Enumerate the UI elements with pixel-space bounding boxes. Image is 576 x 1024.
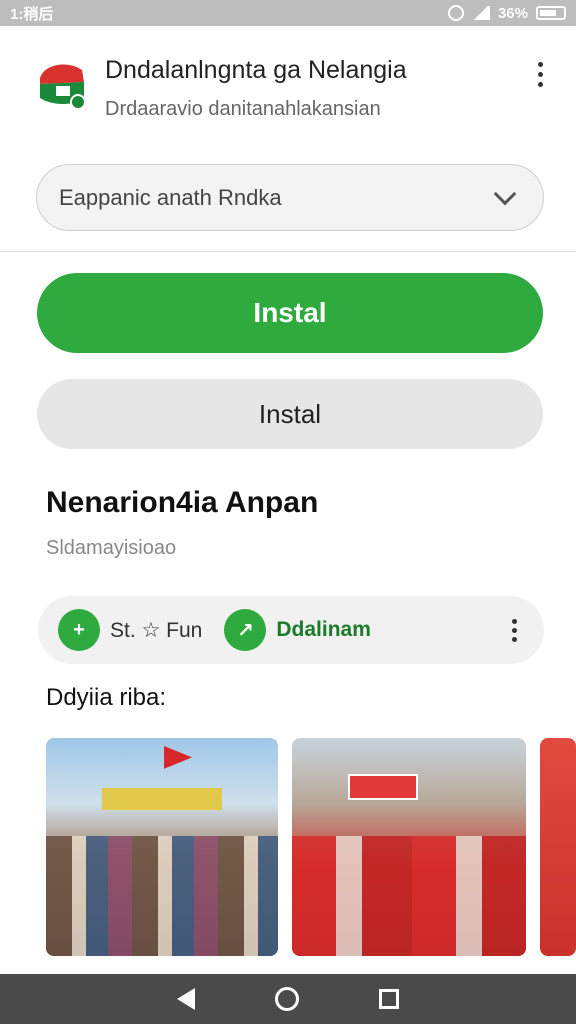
action-item-fun[interactable]: + St. ☆ Fun bbox=[58, 609, 202, 651]
app-header: Dndalanlngnta ga Nelangia Drdaaravio dan… bbox=[0, 26, 576, 146]
divider bbox=[0, 251, 576, 252]
app-subtitle: Drdaaravio danitanahlakansian bbox=[105, 98, 381, 120]
chevron-down-icon bbox=[493, 182, 517, 205]
battery-percent: 36% bbox=[497, 4, 528, 22]
install-secondary-button[interactable]: Instal bbox=[37, 379, 543, 449]
clock-icon bbox=[447, 5, 464, 21]
section-subtitle: Sldamayisioao bbox=[46, 537, 177, 559]
crowd-shape bbox=[292, 836, 526, 956]
banner-shape bbox=[102, 788, 222, 810]
install-button[interactable]: Instal bbox=[37, 273, 543, 353]
language-select[interactable]: Eappanic anath Rndka bbox=[36, 164, 544, 231]
gallery-label: Ddyiia riba: bbox=[46, 684, 167, 711]
gallery-photo-2[interactable] bbox=[292, 738, 526, 956]
battery-icon bbox=[536, 6, 566, 20]
sign-shape bbox=[348, 774, 418, 800]
status-time: 1:稍后 bbox=[10, 5, 54, 23]
navigation-bar bbox=[0, 974, 576, 1024]
app-logo-icon bbox=[40, 64, 86, 110]
calendar-add-icon: + bbox=[58, 609, 100, 651]
home-icon[interactable] bbox=[275, 987, 299, 1011]
back-icon[interactable] bbox=[177, 988, 195, 1010]
action-more-icon[interactable] bbox=[504, 615, 524, 645]
gallery-photo-1[interactable] bbox=[46, 738, 278, 956]
recent-apps-icon[interactable] bbox=[379, 989, 399, 1009]
share-arrow-icon: ↗ bbox=[224, 609, 267, 651]
section-title: Nenarion4ia Anpan bbox=[46, 486, 319, 519]
action-item-share[interactable]: ↗ Ddalinam bbox=[224, 609, 371, 651]
flag-shape bbox=[164, 746, 192, 769]
gallery-photo-3[interactable] bbox=[540, 738, 576, 956]
select-value: Eappanic anath Rndka bbox=[59, 184, 282, 210]
app-title: Dndalanlngnta ga Nelangia bbox=[105, 56, 407, 84]
status-bar: 1:稍后 36% bbox=[0, 0, 576, 26]
action-label-share: Ddalinam bbox=[276, 618, 371, 641]
more-options-icon[interactable] bbox=[526, 56, 554, 92]
action-label-fun: St. ☆ Fun bbox=[110, 618, 203, 642]
status-icons: 36% bbox=[447, 4, 566, 22]
action-bar: + St. ☆ Fun ↗ Ddalinam bbox=[38, 596, 544, 664]
signal-icon bbox=[471, 6, 490, 20]
crowd-shape bbox=[46, 836, 278, 956]
